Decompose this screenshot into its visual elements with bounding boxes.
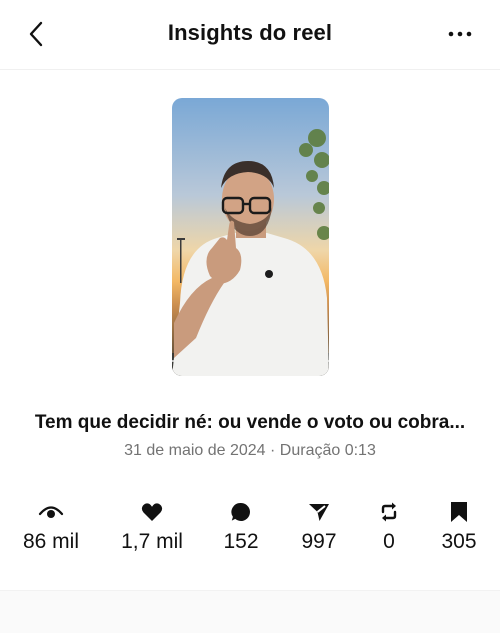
stat-value: 86 mil bbox=[22, 530, 80, 553]
more-options-button[interactable] bbox=[442, 20, 478, 48]
bookmark-icon bbox=[451, 502, 467, 522]
header-bar: Insights do reel bbox=[0, 0, 500, 70]
eye-icon bbox=[38, 506, 64, 518]
more-horizontal-icon bbox=[448, 31, 472, 37]
stat-value: 305 bbox=[441, 530, 477, 553]
stat-views: 86 mil bbox=[1, 500, 101, 554]
reel-caption: Tem que decidir né: ou vende o voto ou c… bbox=[34, 412, 466, 433]
section-divider bbox=[0, 590, 500, 633]
reel-meta: 31 de maio de 2024 · Duração 0:13 bbox=[124, 442, 376, 459]
stat-value: 0 bbox=[383, 530, 395, 553]
stats-row: 86 mil 1,7 mil 152 997 0 305 bbox=[0, 500, 500, 560]
comment-icon bbox=[231, 502, 250, 521]
reel-thumbnail[interactable] bbox=[172, 98, 329, 376]
stat-saves: 305 bbox=[409, 500, 500, 554]
reel-thumbnail-image bbox=[172, 98, 329, 376]
stat-value: 1,7 mil bbox=[121, 530, 183, 553]
repost-icon bbox=[381, 502, 397, 522]
stat-value: 997 bbox=[301, 530, 337, 553]
share-icon bbox=[309, 504, 329, 521]
stat-value: 152 bbox=[223, 530, 259, 553]
stat-likes: 1,7 mil bbox=[102, 500, 202, 554]
page-title: Insights do reel bbox=[167, 20, 333, 45]
heart-icon bbox=[141, 503, 163, 521]
